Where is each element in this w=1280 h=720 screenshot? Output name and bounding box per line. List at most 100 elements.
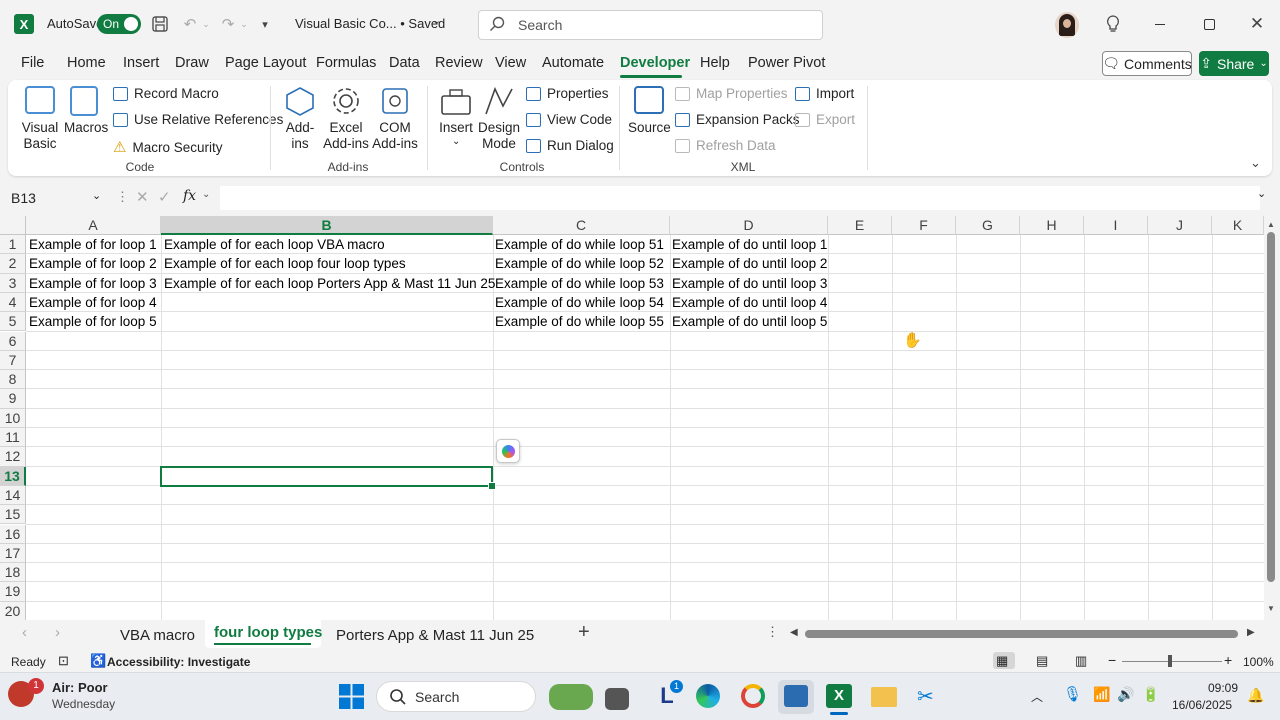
menu-developer[interactable]: Developer — [620, 55, 690, 71]
cell-a5[interactable]: Example of for loop 5 — [29, 312, 157, 331]
row-header-6[interactable]: 6 — [0, 331, 26, 351]
col-header-g[interactable]: G — [956, 216, 1020, 235]
row-header-15[interactable]: 15 — [0, 505, 26, 525]
col-header-b[interactable]: B — [161, 216, 493, 235]
row-header-2[interactable]: 2 — [0, 254, 26, 274]
cell-d4[interactable]: Example of do until loop 4 — [672, 293, 827, 312]
cell-c2[interactable]: Example of do while loop 52 — [495, 254, 664, 273]
export-button[interactable]: Export — [795, 112, 855, 127]
col-header-d[interactable]: D — [670, 216, 828, 235]
zoom-slider[interactable] — [1122, 661, 1222, 662]
file-explorer-icon[interactable] — [871, 687, 897, 707]
expand-formula-chevron-icon[interactable]: ⌄ — [1257, 187, 1266, 200]
windows-start-icon[interactable] — [339, 684, 364, 709]
row-header-8[interactable]: 8 — [0, 370, 26, 390]
col-header-e[interactable]: E — [828, 216, 892, 235]
menu-file[interactable]: File — [21, 55, 44, 71]
com-addins-button[interactable]: COM Add-ins — [372, 84, 418, 154]
clock-date[interactable]: 16/06/2025 — [1172, 698, 1232, 712]
task-view-icon[interactable] — [605, 688, 629, 710]
minimize-icon[interactable] — [1146, 12, 1174, 36]
chrome-icon[interactable] — [741, 684, 765, 708]
row-header-20[interactable]: 20 — [0, 601, 26, 621]
redo-dropdown-icon[interactable]: ⌄ — [238, 13, 250, 35]
save-icon[interactable] — [150, 13, 170, 35]
addins-button[interactable]: Add-ins — [280, 84, 320, 154]
row-header-11[interactable]: 11 — [0, 428, 26, 448]
scroll-up-icon[interactable]: ▲ — [1267, 220, 1275, 229]
lightbulb-icon[interactable] — [1102, 12, 1124, 36]
scroll-left-icon[interactable]: ◀ — [790, 627, 798, 638]
menu-view[interactable]: View — [495, 55, 526, 71]
normal-view-icon[interactable]: ▦ — [996, 653, 1008, 669]
selected-cell-b13[interactable] — [160, 466, 496, 490]
vertical-scrollbar[interactable]: ▲ ▼ — [1264, 216, 1280, 620]
view-code-button[interactable]: View Code — [526, 112, 612, 127]
cell-d5[interactable]: Example of do until loop 5 — [672, 312, 827, 331]
zoom-level[interactable]: 100% — [1243, 655, 1274, 669]
microphone-icon[interactable]: 🎙 — [1063, 685, 1082, 703]
col-header-f[interactable]: F — [892, 216, 956, 235]
collapse-ribbon-chevron-icon[interactable]: ⌄ — [1250, 155, 1261, 171]
sheet-tab-vba-macro[interactable]: VBA macro — [120, 627, 195, 644]
import-button[interactable]: Import — [795, 86, 854, 101]
name-box[interactable]: B13 ⌄ — [8, 187, 108, 209]
select-all-corner[interactable] — [0, 216, 26, 235]
col-header-a[interactable]: A — [26, 216, 161, 235]
col-header-c[interactable]: C — [493, 216, 670, 235]
macro-security-button[interactable]: ⚠ Macro Security — [113, 138, 222, 156]
row-header-10[interactable]: 10 — [0, 408, 26, 428]
close-icon[interactable]: ✕ — [1243, 12, 1271, 36]
scroll-right-icon[interactable]: ▶ — [1247, 627, 1255, 638]
row-header-14[interactable]: 14 — [0, 485, 26, 506]
menu-formulas[interactable]: Formulas — [316, 55, 376, 71]
menu-power-pivot[interactable]: Power Pivot — [748, 55, 825, 71]
document-title[interactable]: Visual Basic Co... • Saved — [295, 16, 445, 31]
properties-button[interactable]: Properties — [526, 86, 609, 101]
excel-logo-icon[interactable]: X — [14, 14, 34, 34]
snipping-tool-icon[interactable]: ✂ — [917, 684, 941, 708]
row-header-16[interactable]: 16 — [0, 524, 26, 544]
comments-button[interactable]: 🗨 Comments — [1102, 51, 1192, 76]
fx-chevron-down-icon[interactable]: ⌄ — [202, 189, 210, 200]
excel-addins-button[interactable]: Excel Add-ins — [322, 84, 370, 154]
menu-help[interactable]: Help — [700, 55, 730, 71]
menu-draw[interactable]: Draw — [175, 55, 209, 71]
share-button[interactable]: ⇪ Share ⌄ — [1199, 51, 1269, 76]
autosave-toggle[interactable]: On — [97, 14, 141, 34]
next-sheet-icon[interactable]: › — [55, 624, 60, 641]
refresh-data-button[interactable]: Refresh Data — [675, 138, 776, 153]
taskbar-search[interactable]: Search — [376, 681, 593, 712]
row-header-7[interactable]: 7 — [0, 350, 26, 371]
menu-insert[interactable]: Insert — [123, 55, 159, 71]
cell-c3[interactable]: Example of do while loop 53 — [495, 274, 664, 293]
menu-review[interactable]: Review — [435, 55, 483, 71]
cell-a3[interactable]: Example of for loop 3 — [29, 274, 157, 293]
accessibility-icon[interactable]: ♿ — [90, 653, 106, 669]
wifi-icon[interactable]: 📶 — [1093, 686, 1110, 703]
visual-basic-button[interactable]: Visual Basic — [18, 84, 62, 154]
avatar[interactable] — [1055, 12, 1079, 38]
source-button[interactable]: Source — [628, 84, 671, 154]
col-header-i[interactable]: I — [1084, 216, 1148, 235]
zoom-out-icon[interactable]: − — [1108, 652, 1116, 668]
undo-dropdown-icon[interactable]: ⌄ — [200, 13, 212, 35]
record-macro-button[interactable]: Record Macro — [113, 86, 219, 101]
search-box[interactable]: Search — [478, 10, 823, 40]
cell-a4[interactable]: Example of for loop 4 — [29, 293, 157, 312]
cell-b3[interactable]: Example of for each loop Porters App & M… — [164, 274, 495, 293]
edge-icon[interactable] — [696, 684, 720, 708]
cell-a2[interactable]: Example of for loop 2 — [29, 254, 157, 273]
cell-c4[interactable]: Example of do while loop 54 — [495, 293, 664, 312]
title-chevron-down-icon[interactable]: ⌄ — [432, 14, 441, 27]
cell-c1[interactable]: Example of do while loop 51 — [495, 235, 664, 254]
menu-data[interactable]: Data — [389, 55, 420, 71]
expansion-packs-button[interactable]: Expansion Packs — [675, 112, 800, 127]
insert-control-button[interactable]: Insert ⌄ — [436, 84, 476, 154]
row-header-4[interactable]: 4 — [0, 292, 26, 313]
row-header-5[interactable]: 5 — [0, 312, 26, 332]
run-dialog-button[interactable]: Run Dialog — [526, 138, 614, 153]
row-header-17[interactable]: 17 — [0, 543, 26, 564]
col-header-k[interactable]: K — [1212, 216, 1264, 235]
scroll-down-icon[interactable]: ▼ — [1267, 604, 1275, 613]
